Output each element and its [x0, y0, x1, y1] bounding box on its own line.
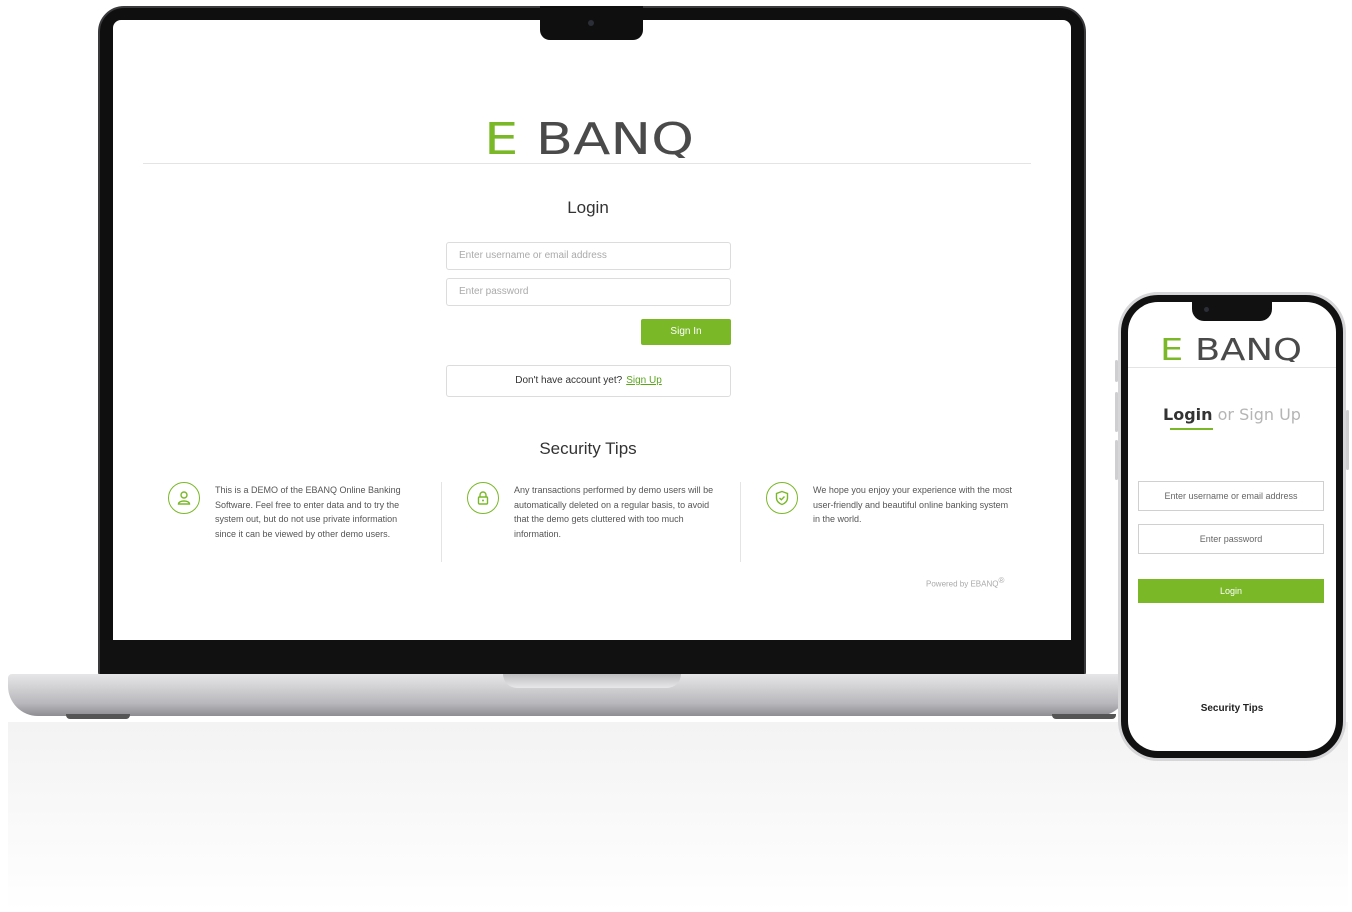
username-input[interactable]: Enter username or email address — [1138, 481, 1324, 511]
phone-button — [1346, 410, 1349, 470]
laptop-groove — [503, 674, 681, 688]
username-input[interactable]: Enter username or email address — [446, 242, 731, 270]
svg-text:E BANQ: E BANQ — [484, 118, 694, 158]
phone-notch — [1192, 300, 1272, 321]
shield-check-icon — [766, 482, 798, 514]
camera-icon — [1204, 307, 1209, 312]
logo-text: E — [484, 118, 518, 158]
ebanq-logo: E BANQ — [484, 118, 694, 158]
header-divider — [143, 163, 1031, 164]
laptop-foot — [66, 714, 130, 719]
laptop-notch — [540, 6, 643, 40]
tab-sign-up[interactable]: or Sign Up — [1218, 405, 1301, 424]
tip-text: Any transactions performed by demo users… — [514, 485, 714, 539]
powered-by: Powered by EBANQ® — [926, 576, 1004, 589]
lock-icon — [467, 482, 499, 514]
desktop-login-page: E BANQ Login Enter username or email add… — [113, 20, 1071, 640]
laptop-bezel — [100, 640, 1084, 676]
mobile-login-page: E BANQ Login or Sign Up Enter username o… — [1128, 302, 1336, 751]
signup-prompt: Don't have account yet? Sign Up — [446, 365, 731, 397]
phone-button — [1115, 360, 1118, 382]
registered-mark: ® — [998, 576, 1005, 585]
powered-by-text: Powered by EBANQ — [926, 579, 999, 589]
tab-login[interactable]: Login — [1163, 405, 1213, 424]
security-tips-title: Security Tips — [1200, 703, 1264, 714]
sign-up-link[interactable]: Sign Up — [626, 375, 662, 386]
password-input[interactable]: Enter password — [446, 278, 731, 306]
login-button[interactable]: Login — [1138, 579, 1324, 603]
page-title: Login — [567, 198, 609, 217]
security-tips-title: Security Tips — [539, 439, 637, 458]
auth-tabs: Login or Sign Up — [1128, 405, 1336, 424]
header-divider — [1128, 367, 1336, 368]
ebanq-logo: E BANQ — [1160, 336, 1302, 362]
phone-button — [1115, 392, 1118, 432]
no-account-text: Don't have account yet? — [515, 375, 623, 386]
tip-text: We hope you enjoy your experience with t… — [813, 485, 1012, 524]
active-tab-indicator — [1170, 428, 1213, 430]
tip-divider — [740, 482, 741, 562]
tip-text: This is a DEMO of the EBANQ Online Banki… — [215, 485, 401, 539]
tip-divider — [441, 482, 442, 562]
phone-button — [1115, 440, 1118, 480]
sign-in-button[interactable]: Sign In — [641, 319, 731, 345]
user-icon — [168, 482, 200, 514]
logo-text: E — [1160, 336, 1183, 362]
laptop-foot — [1052, 714, 1116, 719]
camera-icon — [588, 20, 594, 26]
svg-text:E BANQ: E BANQ — [1160, 336, 1302, 362]
password-input[interactable]: Enter password — [1138, 524, 1324, 554]
